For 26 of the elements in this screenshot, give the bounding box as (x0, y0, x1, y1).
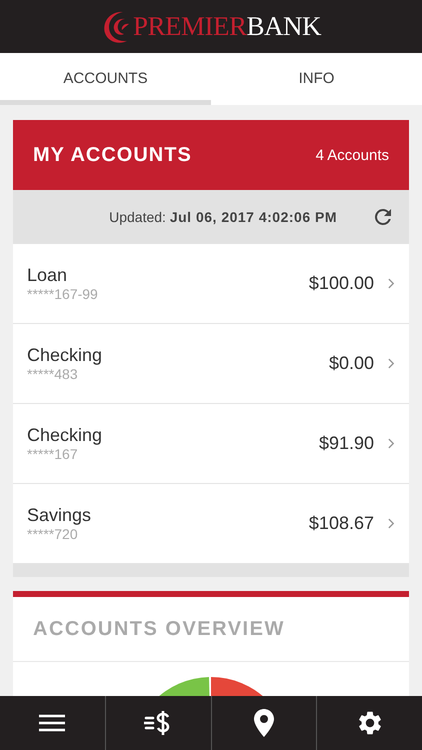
account-count: 4 Accounts (316, 146, 389, 164)
account-name: Savings (27, 505, 92, 526)
account-name: Checking (27, 345, 104, 366)
chevron-icon (388, 358, 395, 369)
chevron-icon (388, 438, 395, 449)
overview-title: ACCOUNTS OVERVIEW (33, 618, 285, 640)
menu-icon (39, 713, 66, 733)
account-balance: $91.90 (318, 433, 374, 454)
location-pin-icon (254, 709, 274, 737)
card-title: MY ACCOUNTS (33, 144, 192, 166)
bank-logo: PREMIERBANK (132, 11, 322, 42)
updated-text: Updated: Jul 06, 2017 4:02:06 PM (109, 209, 337, 225)
account-row[interactable]: Loan *****167-99 $100.00 (13, 244, 409, 324)
account-number: *****167 (27, 446, 79, 462)
account-number: *****483 (27, 366, 79, 382)
account-balance: $0.00 (328, 353, 374, 374)
account-number: *****167-99 (27, 286, 99, 302)
account-number: *****720 (27, 526, 79, 542)
account-row[interactable]: Checking *****483 $0.00 (13, 324, 409, 404)
account-balance: $108.67 (308, 513, 374, 534)
account-row[interactable]: Checking *****167 $91.90 (13, 404, 409, 484)
account-balance: $100.00 (308, 273, 374, 294)
chevron-icon (388, 278, 395, 289)
account-name: Loan (27, 265, 68, 286)
account-name: Checking (27, 425, 104, 446)
chevron-icon (388, 518, 395, 529)
